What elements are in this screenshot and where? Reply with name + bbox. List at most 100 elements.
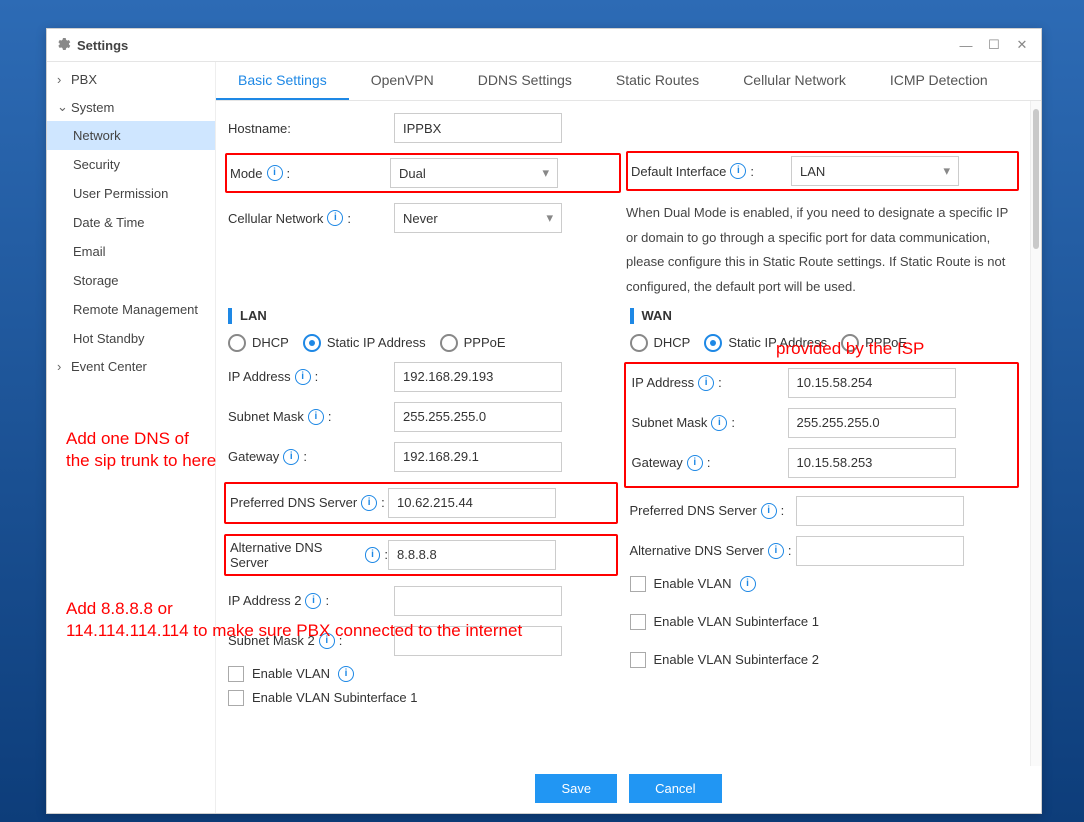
- default-interface-value: LAN: [800, 164, 825, 179]
- sidebar-section-system[interactable]: ⌄ System: [47, 93, 215, 121]
- lan-ip2-label: IP Address 2: [228, 593, 301, 608]
- info-icon[interactable]: i: [365, 547, 381, 563]
- info-icon[interactable]: i: [319, 633, 335, 649]
- wan-dns1-input[interactable]: [796, 496, 964, 526]
- sidebar-item-storage[interactable]: Storage: [47, 266, 215, 295]
- sidebar-section-pbx[interactable]: › PBX: [47, 66, 215, 93]
- wan-vlan-sub2-checkbox[interactable]: [630, 652, 646, 668]
- sidebar-item-security[interactable]: Security: [47, 150, 215, 179]
- tab-cellular-network[interactable]: Cellular Network: [721, 62, 868, 100]
- info-icon[interactable]: i: [761, 503, 777, 519]
- info-icon[interactable]: i: [267, 165, 283, 181]
- gear-icon: [55, 36, 71, 55]
- lan-column: LAN DHCP Static IP Address PPPoE IP Addr…: [228, 300, 618, 714]
- sidebar-section-event-center[interactable]: › Event Center: [47, 353, 215, 380]
- tab-icmp-detection[interactable]: ICMP Detection: [868, 62, 1010, 100]
- cellular-network-select[interactable]: Never ▾: [394, 203, 562, 233]
- cellular-value: Never: [403, 211, 438, 226]
- lan-dns2-label: Alternative DNS Server: [230, 540, 361, 570]
- minimize-button[interactable]: —: [955, 34, 977, 56]
- wan-radio-dhcp[interactable]: DHCP: [630, 334, 691, 352]
- footer-buttons: Save Cancel: [216, 766, 1041, 813]
- wan-vlan-sub1-checkbox[interactable]: [630, 614, 646, 630]
- hostname-label: Hostname:: [228, 121, 394, 136]
- lan-dns2-input[interactable]: [388, 540, 556, 570]
- mode-value: Dual: [399, 166, 426, 181]
- sidebar-section-label: System: [71, 100, 114, 115]
- lan-mask-input[interactable]: [394, 402, 562, 432]
- settings-window: Settings — ☐ ✕ › PBX ⌄ System Network Se…: [46, 28, 1042, 814]
- lan-vlan-sub1-checkbox[interactable]: [228, 690, 244, 706]
- info-icon[interactable]: i: [361, 495, 377, 511]
- info-icon[interactable]: i: [308, 409, 324, 425]
- close-button[interactable]: ✕: [1011, 34, 1033, 56]
- scrollbar-thumb[interactable]: [1033, 109, 1039, 249]
- tab-ddns-settings[interactable]: DDNS Settings: [456, 62, 594, 100]
- accent-bar: [228, 308, 232, 324]
- cancel-button[interactable]: Cancel: [629, 774, 721, 803]
- mode-label: Mode: [230, 166, 263, 181]
- wan-radio-pppoe[interactable]: PPPoE: [841, 334, 907, 352]
- info-icon[interactable]: i: [338, 666, 354, 682]
- sidebar-item-remote-management[interactable]: Remote Management: [47, 295, 215, 324]
- accent-bar: [630, 308, 634, 324]
- wan-ip-label: IP Address: [632, 375, 695, 390]
- lan-mask2-label: Subnet Mask 2: [228, 633, 315, 648]
- lan-enable-vlan-label: Enable VLAN: [252, 666, 330, 681]
- wan-vlan-sub2-label: Enable VLAN Subinterface 2: [654, 652, 820, 667]
- sidebar-item-user-permission[interactable]: User Permission: [47, 179, 215, 208]
- info-icon[interactable]: i: [687, 455, 703, 471]
- info-icon[interactable]: i: [283, 449, 299, 465]
- save-button[interactable]: Save: [535, 774, 617, 803]
- info-icon[interactable]: i: [768, 543, 784, 559]
- wan-header: WAN: [630, 308, 1020, 324]
- sidebar-item-date-time[interactable]: Date & Time: [47, 208, 215, 237]
- default-interface-select[interactable]: LAN ▾: [791, 156, 959, 186]
- lan-mask2-input[interactable]: [394, 626, 562, 656]
- info-icon[interactable]: i: [740, 576, 756, 592]
- wan-enable-vlan-checkbox[interactable]: [630, 576, 646, 592]
- lan-ip2-input[interactable]: [394, 586, 562, 616]
- lan-dns1-input[interactable]: [388, 488, 556, 518]
- info-icon[interactable]: i: [327, 210, 343, 226]
- window-title: Settings: [77, 38, 949, 53]
- wan-dns1-label: Preferred DNS Server: [630, 503, 757, 518]
- lan-ip-input[interactable]: [394, 362, 562, 392]
- info-icon[interactable]: i: [295, 369, 311, 385]
- wan-radio-static[interactable]: Static IP Address: [704, 334, 827, 352]
- sidebar-section-label: Event Center: [71, 359, 147, 374]
- sidebar-item-hot-standby[interactable]: Hot Standby: [47, 324, 215, 353]
- wan-gw-input[interactable]: [788, 448, 956, 478]
- vertical-scrollbar[interactable]: [1030, 101, 1041, 766]
- lan-gw-input[interactable]: [394, 442, 562, 472]
- tab-static-routes[interactable]: Static Routes: [594, 62, 721, 100]
- info-icon[interactable]: i: [305, 593, 321, 609]
- tab-openvpn[interactable]: OpenVPN: [349, 62, 456, 100]
- sidebar-section-label: PBX: [71, 72, 97, 87]
- mode-select[interactable]: Dual ▾: [390, 158, 558, 188]
- lan-mask-label: Subnet Mask: [228, 409, 304, 424]
- hostname-input[interactable]: [394, 113, 562, 143]
- info-icon[interactable]: i: [730, 163, 746, 179]
- tab-basic-settings[interactable]: Basic Settings: [216, 62, 349, 100]
- wan-enable-vlan-label: Enable VLAN: [654, 576, 732, 591]
- content-scroll[interactable]: Hostname: Mode i: Dual ▾: [216, 101, 1031, 766]
- info-icon[interactable]: i: [698, 375, 714, 391]
- wan-connection-type: DHCP Static IP Address PPPoE: [630, 334, 1020, 352]
- info-icon[interactable]: i: [711, 415, 727, 431]
- wan-dns2-label: Alternative DNS Server: [630, 543, 764, 558]
- lan-radio-pppoe[interactable]: PPPoE: [440, 334, 506, 352]
- wan-ip-input[interactable]: [788, 368, 956, 398]
- sidebar-item-email[interactable]: Email: [47, 237, 215, 266]
- lan-radio-static[interactable]: Static IP Address: [303, 334, 426, 352]
- wan-dns2-input[interactable]: [796, 536, 964, 566]
- sidebar-item-network[interactable]: Network: [47, 121, 215, 150]
- wan-vlan-sub1-label: Enable VLAN Subinterface 1: [654, 614, 820, 629]
- tab-bar: Basic Settings OpenVPN DDNS Settings Sta…: [216, 62, 1041, 101]
- lan-radio-dhcp[interactable]: DHCP: [228, 334, 289, 352]
- titlebar: Settings — ☐ ✕: [47, 29, 1041, 62]
- lan-enable-vlan-checkbox[interactable]: [228, 666, 244, 682]
- chevron-down-icon: ⌄: [57, 99, 69, 115]
- wan-mask-input[interactable]: [788, 408, 956, 438]
- maximize-button[interactable]: ☐: [983, 34, 1005, 56]
